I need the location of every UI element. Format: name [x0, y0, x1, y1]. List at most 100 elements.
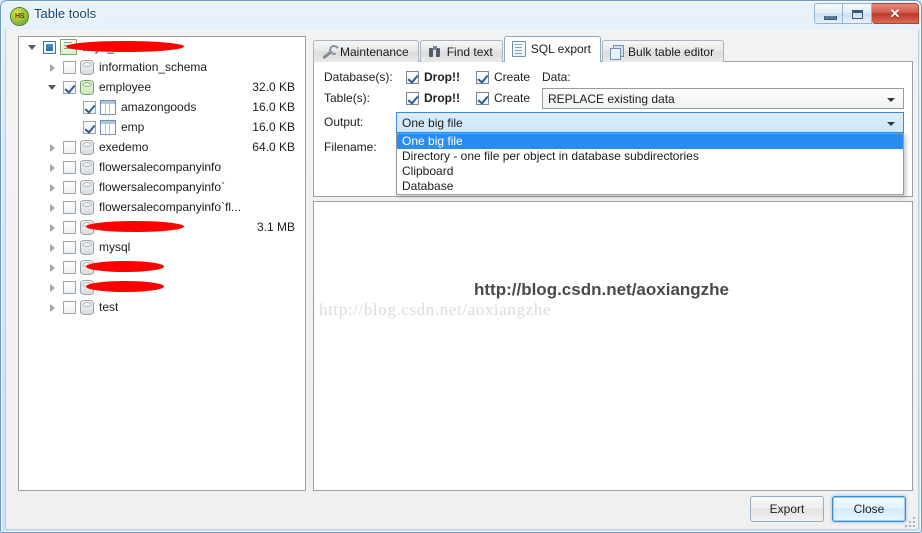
close-button[interactable]: Close [832, 496, 906, 522]
table-icon [100, 119, 116, 135]
expand-arrow-icon[interactable] [47, 182, 58, 193]
tree-checkbox[interactable] [63, 200, 76, 214]
tree-row[interactable]: taiya_database [19, 37, 305, 57]
tree-row[interactable]: amazongoods 16.0 KB [19, 97, 305, 117]
collapse-arrow-icon[interactable] [27, 42, 38, 53]
export-preview-panel: http://blog.csdn.net/aoxiangzhe http://b… [313, 201, 913, 491]
output-dropdown-list[interactable]: One big file Directory - one file per obj… [396, 133, 904, 195]
tree-checkbox[interactable] [63, 300, 76, 314]
tree-checkbox[interactable] [63, 240, 76, 254]
tab-label: Bulk table editor [628, 44, 715, 59]
database-icon [80, 219, 94, 235]
expand-arrow-icon[interactable] [47, 142, 58, 153]
tab-find-text[interactable]: Find text [419, 40, 503, 62]
tables-drop-label: Drop!! [424, 91, 460, 105]
databases-drop-checkbox[interactable]: Drop!! [406, 70, 460, 84]
tab-label: Find text [446, 44, 493, 59]
tree-row[interactable] [19, 257, 305, 277]
sql-document-icon [511, 40, 526, 57]
maximize-button[interactable] [843, 3, 872, 24]
databases-row: Database(s): Drop!! Create [324, 70, 546, 84]
tree-row[interactable]: employee 32.0 KB [19, 77, 305, 97]
tree-checkbox[interactable] [63, 60, 76, 74]
data-mode-combobox[interactable]: REPLACE existing data [542, 88, 904, 109]
table-tools-window: HS Table tools ✕ taiya_database informati… [0, 0, 922, 533]
tab-label: SQL export [530, 41, 592, 56]
window-controls: ✕ [814, 3, 919, 24]
expand-arrow-icon[interactable] [47, 202, 58, 213]
watermark-bold: http://blog.csdn.net/aoxiangzhe [474, 280, 729, 299]
tree-row[interactable]: exedemo 64.0 KB [19, 137, 305, 157]
database-icon [80, 159, 94, 175]
tree-checkbox[interactable] [63, 220, 76, 234]
heidisql-icon-text: HS [14, 13, 25, 20]
tree-checkbox[interactable] [63, 140, 76, 154]
tree-item-label: mysql [99, 240, 131, 254]
database-icon [80, 299, 94, 315]
tree-row[interactable]: mysql [19, 237, 305, 257]
tree-checkbox[interactable] [63, 280, 76, 294]
tree-checkbox[interactable] [83, 100, 96, 114]
dropdown-option[interactable]: Clipboard [397, 164, 903, 179]
dropdown-option[interactable]: Directory - one file per object in datab… [397, 149, 903, 164]
resize-grip[interactable] [902, 514, 915, 527]
tab-maintenance[interactable]: Maintenance [313, 40, 419, 62]
tree-checkbox[interactable] [63, 260, 76, 274]
database-icon [80, 179, 94, 195]
tree-row[interactable]: information_schema [19, 57, 305, 77]
output-combobox[interactable]: One big file [396, 112, 904, 133]
expand-arrow-icon[interactable] [47, 162, 58, 173]
tree-checkbox[interactable] [63, 180, 76, 194]
tree-row[interactable]: test [19, 297, 305, 317]
tree-checkbox[interactable] [43, 40, 56, 54]
dropdown-option[interactable]: One big file [397, 134, 903, 149]
collapse-arrow-icon[interactable] [47, 82, 58, 93]
tables-create-checkbox[interactable]: Create [476, 91, 530, 105]
expand-arrow-icon[interactable] [47, 222, 58, 233]
tree-item-label: information_schema [99, 60, 208, 74]
minimize-icon [824, 16, 837, 20]
tree-row[interactable] [19, 277, 305, 297]
client-area: taiya_database information_schema employee… [5, 30, 919, 530]
tree-checkbox[interactable] [63, 160, 76, 174]
tree-row[interactable]: emp 16.0 KB [19, 117, 305, 137]
tree-row[interactable]: 3.1 MB [19, 217, 305, 237]
databases-create-label: Create [494, 70, 531, 84]
output-row: Output: [324, 115, 406, 129]
databases-drop-label: Drop!! [424, 70, 460, 84]
tree-checkbox[interactable] [63, 80, 76, 94]
server-icon [60, 39, 77, 55]
data-mode-value: REPLACE existing data [548, 91, 675, 106]
tree-row[interactable]: flowersalecompanyinfo [19, 157, 305, 177]
tables-drop-checkbox[interactable]: Drop!! [406, 91, 460, 105]
tree-item-label: emp [121, 120, 145, 134]
expand-arrow-icon[interactable] [47, 302, 58, 313]
tree-item-label: amazongoods [121, 100, 197, 114]
expand-arrow-icon[interactable] [47, 62, 58, 73]
tab-bulk-table-editor[interactable]: Bulk table editor [602, 40, 725, 62]
database-icon [80, 139, 94, 155]
database-green-icon [80, 79, 94, 95]
tree-row[interactable]: flowersalecompanyinfo` [19, 177, 305, 197]
expand-arrow-icon[interactable] [47, 242, 58, 253]
database-tree[interactable]: taiya_database information_schema employee… [18, 36, 306, 491]
chevron-down-icon [887, 98, 895, 102]
databases-create-checkbox[interactable]: Create [476, 70, 530, 84]
close-window-button[interactable]: ✕ [872, 3, 919, 24]
database-icon [80, 199, 94, 215]
dropdown-option[interactable]: Database [397, 179, 903, 194]
tables-create-label: Create [494, 91, 531, 105]
tree-item-label: employee [99, 80, 152, 94]
minimize-button[interactable] [814, 3, 843, 24]
tab-sql-export[interactable]: SQL export [503, 36, 602, 62]
tree-item-label: exedemo [99, 140, 149, 154]
expand-arrow-icon[interactable] [47, 282, 58, 293]
expand-arrow-icon[interactable] [47, 262, 58, 273]
export-button[interactable]: Export [750, 496, 824, 522]
tree-row[interactable]: flowersalecompanyinfo`fl... [19, 197, 305, 217]
chevron-down-icon [887, 122, 895, 126]
tree-checkbox[interactable] [83, 120, 96, 134]
redaction-mark [86, 261, 164, 272]
